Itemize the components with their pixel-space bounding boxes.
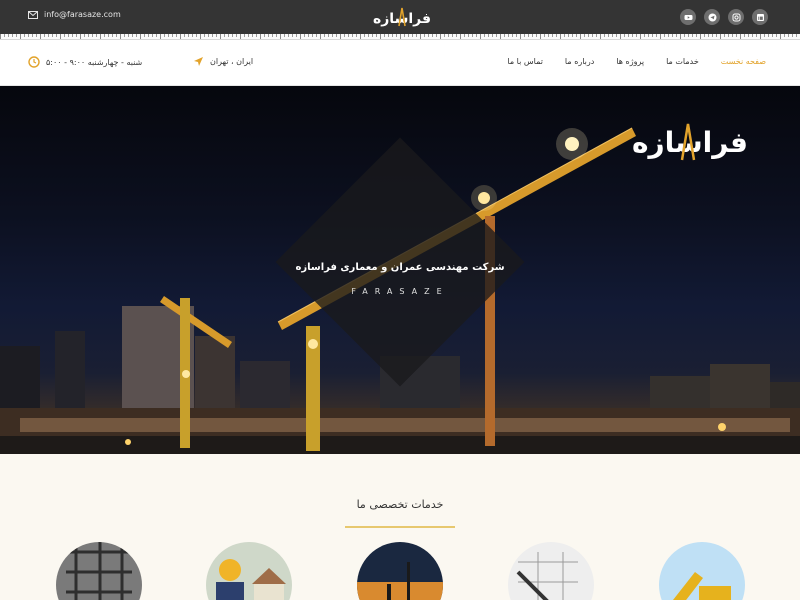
location: ایران ، تهران bbox=[193, 56, 253, 67]
hero-banner: فراسازه شرکت مهندسی عمران و معماری فراسا… bbox=[0, 86, 800, 454]
nav-item-services[interactable]: خدمات ما bbox=[666, 57, 699, 66]
nav-item-projects[interactable]: پروژه ها bbox=[616, 57, 644, 66]
title-underline bbox=[345, 526, 455, 528]
service-thumb-blueprint[interactable] bbox=[508, 542, 594, 600]
email-link[interactable]: info@farasaze.com bbox=[28, 10, 121, 19]
services-section: خدمات تخصصی ما bbox=[0, 454, 800, 600]
hero-logo: فراسازه bbox=[632, 123, 748, 161]
service-thumb-engineer[interactable] bbox=[206, 542, 292, 600]
service-thumb-sunset[interactable] bbox=[357, 542, 443, 600]
nav-item-contact[interactable]: تماس با ما bbox=[507, 57, 543, 66]
telegram-icon[interactable] bbox=[704, 9, 720, 25]
logo[interactable]: فراسازه bbox=[372, 4, 432, 30]
logo-text: فراسازه bbox=[373, 11, 431, 27]
linkedin-icon[interactable] bbox=[752, 9, 768, 25]
social-links bbox=[680, 9, 768, 25]
main-nav: شنبه - چهارشنبه ۹:۰۰ - ۵:۰۰ ایران ، تهرا… bbox=[0, 41, 800, 86]
instagram-icon[interactable] bbox=[728, 9, 744, 25]
location-text: ایران ، تهران bbox=[210, 57, 254, 66]
nav-menu: صفحه نخست خدمات ما پروژه ها درباره ما تم… bbox=[507, 57, 766, 66]
service-thumb-excavator[interactable] bbox=[659, 542, 745, 600]
email-text: info@farasaze.com bbox=[44, 10, 121, 19]
hero-tagline: شرکت مهندسی عمران و معماری فراسازه bbox=[295, 262, 505, 273]
service-thumb-structure[interactable] bbox=[56, 542, 142, 600]
nav-item-about[interactable]: درباره ما bbox=[565, 57, 594, 66]
location-arrow-icon bbox=[194, 57, 203, 66]
ruler-divider bbox=[0, 34, 800, 40]
mail-icon bbox=[28, 10, 38, 19]
hours-text: شنبه - چهارشنبه ۹:۰۰ - ۵:۰۰ bbox=[46, 57, 143, 67]
working-hours: شنبه - چهارشنبه ۹:۰۰ - ۵:۰۰ bbox=[28, 56, 142, 68]
clock-icon bbox=[28, 56, 40, 68]
hero-tagline-en: FARASAZE bbox=[351, 287, 449, 296]
services-title: خدمات تخصصی ما bbox=[356, 498, 444, 511]
top-bar: info@farasaze.com فراسازه bbox=[0, 0, 800, 34]
youtube-icon[interactable] bbox=[680, 9, 696, 25]
nav-item-home[interactable]: صفحه نخست bbox=[721, 57, 766, 66]
